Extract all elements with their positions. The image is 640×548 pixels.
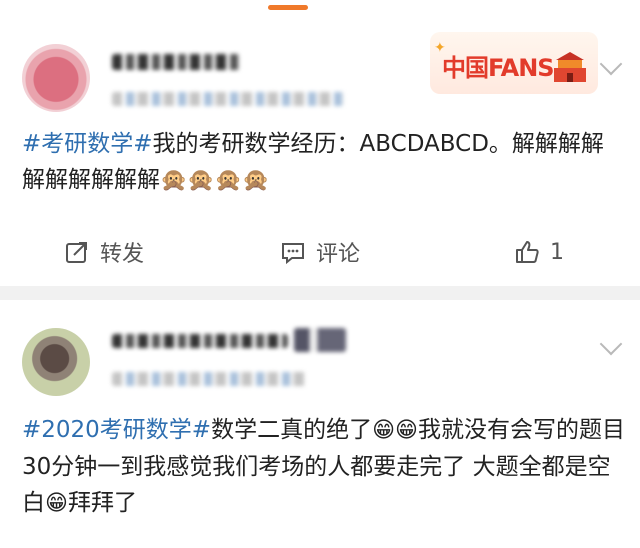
active-tab-indicator xyxy=(268,5,308,10)
post-meta-redacted xyxy=(112,92,344,106)
monkey-emoji: 🙊🙊🙊🙊 xyxy=(160,168,270,193)
avatar[interactable] xyxy=(22,328,90,396)
comment-button[interactable]: 评论 xyxy=(280,232,360,272)
post-text: 拜拜了 xyxy=(67,490,137,516)
repost-label: 转发 xyxy=(100,242,145,267)
thumbs-up-icon xyxy=(516,241,539,263)
post-text: 数学二真的绝了 xyxy=(211,417,373,443)
grin-emoji: 😁 xyxy=(45,491,68,516)
user-badges-redacted xyxy=(294,328,346,352)
repost-button[interactable]: 转发 xyxy=(64,232,144,272)
chevron-down-icon[interactable] xyxy=(599,332,623,356)
like-button[interactable]: 1 xyxy=(514,232,564,272)
comment-icon xyxy=(282,243,304,265)
hashtag-link[interactable]: #考研数学# xyxy=(22,131,153,157)
hashtag-link[interactable]: #2020考研数学# xyxy=(22,417,211,443)
repost-icon xyxy=(66,242,87,263)
post-meta-redacted xyxy=(112,372,308,386)
post-content: #考研数学#我的考研数学经历：ABCDABCD。解解解解解解解解解解🙊🙊🙊🙊 xyxy=(22,126,626,199)
china-fans-badge: ✦ 中国FANS xyxy=(430,32,598,94)
post-separator xyxy=(0,286,640,300)
username-redacted[interactable] xyxy=(112,334,288,348)
action-bar: 转发 评论 1 xyxy=(0,232,640,272)
badge-label: 中国FANS xyxy=(442,54,555,82)
feed-post-1: ✦ 中国FANS #考研数学#我的考研数学经历：ABCDABCD。解解解解解解解… xyxy=(0,14,640,286)
tiananmen-icon xyxy=(554,52,586,82)
comment-label: 评论 xyxy=(316,242,361,267)
avatar[interactable] xyxy=(22,44,90,112)
username-redacted[interactable] xyxy=(112,54,240,70)
chevron-down-icon[interactable] xyxy=(599,52,623,76)
like-count: 1 xyxy=(550,239,564,265)
feed-post-2: #2020考研数学#数学二真的绝了😁😁我就没有会写的题目 30分钟一到我感觉我们… xyxy=(0,300,640,548)
grin-emoji: 😁😁 xyxy=(372,418,418,443)
post-content: #2020考研数学#数学二真的绝了😁😁我就没有会写的题目 30分钟一到我感觉我们… xyxy=(22,412,626,522)
